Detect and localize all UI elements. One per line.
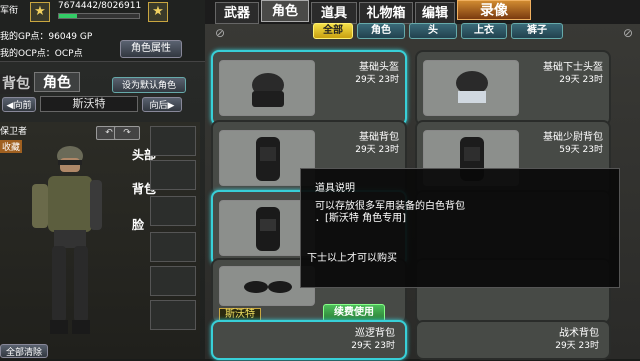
ocp-points: 我的OCP点：OCP点 <box>0 49 83 59</box>
slot-empty-3[interactable] <box>150 300 196 330</box>
character-view: 保卫者 收藏 ↶ ↷ 头部 背包 脸 全部清除 <box>0 122 200 359</box>
prev-char-button[interactable]: ◀向前 <box>2 97 36 112</box>
filter-pants[interactable]: 裤子 <box>511 23 563 39</box>
tooltip-title: 道具说明 <box>315 183 355 194</box>
slot-empty-1[interactable] <box>150 232 196 262</box>
item-time: 29天 23时 <box>355 75 399 85</box>
helmet-icon <box>219 60 315 116</box>
item-card[interactable]: 巡逻背包 29天 23时 <box>211 320 407 360</box>
item-name: 基础背包 <box>359 132 399 143</box>
tab-replay[interactable]: 录像 <box>457 0 531 20</box>
item-card[interactable]: 基础下士头盔 29天 23时 <box>415 50 611 126</box>
tag-collect: 收藏 <box>0 140 23 153</box>
role-attr-button[interactable]: 角色属性 <box>120 40 182 58</box>
item-name: 基础少尉背包 <box>543 132 603 143</box>
clear-all-button[interactable]: 全部清除 <box>0 344 48 358</box>
tab-items[interactable]: 道具 <box>311 2 357 24</box>
soldier-figure <box>32 146 102 334</box>
tab-bag[interactable]: 背包 <box>0 74 32 94</box>
player-stats: 军衔 ★ 7674442/8026911 ★ 我的GP点：96049 GP 我的… <box>0 0 205 62</box>
item-name: 基础下士头盔 <box>543 62 603 73</box>
item-time: 29天 23时 <box>555 341 599 351</box>
tab-role-top[interactable]: 角色 <box>261 0 309 22</box>
gp-points: 我的GP点：96049 GP <box>0 32 93 42</box>
tab-edit[interactable]: 编辑 <box>415 2 455 24</box>
item-tooltip: 道具说明 可以存放很多军用装备的白色背包 ．[斯沃特 角色专用] 下士以上才可以… <box>300 168 620 288</box>
item-card[interactable]: 战术背包 29天 23时 <box>415 320 611 360</box>
prev-label: 向前 <box>13 101 32 111</box>
tab-role[interactable]: 角色 <box>34 72 80 92</box>
exp-bar <box>58 13 140 19</box>
char-name: 斯沃特 <box>72 97 106 110</box>
tooltip-requirement: 下士以上才可以购买 <box>307 253 397 264</box>
item-time: 29天 23时 <box>355 145 399 155</box>
item-card[interactable]: 基础头盔 29天 23时 <box>211 50 407 126</box>
slot-back[interactable] <box>150 160 196 190</box>
filter-head[interactable]: 头 <box>409 23 457 39</box>
item-name: 基础头盔 <box>359 62 399 73</box>
rank-name: 军衔 <box>0 6 19 16</box>
filter-role[interactable]: 角色 <box>357 23 405 39</box>
tab-gift-box[interactable]: 礼物箱 <box>359 2 413 24</box>
item-name: 巡逻背包 <box>355 328 395 339</box>
exp-value: 7674442/8026911 <box>58 1 142 11</box>
left-panel: 军衔 ★ 7674442/8026911 ★ 我的GP点：96049 GP 我的… <box>0 0 205 359</box>
tooltip-role-only: ．[斯沃特 角色专用] <box>315 213 406 224</box>
char-select[interactable]: 斯沃特 <box>40 96 138 112</box>
slot-face-label: 脸 <box>132 218 145 232</box>
next-label: 向后 <box>149 101 168 111</box>
slot-empty-2[interactable] <box>150 266 196 296</box>
set-default-role-button[interactable]: 设为默认角色 <box>112 77 186 93</box>
tab-weapon[interactable]: 武器 <box>215 2 259 24</box>
filter-all[interactable]: 全部 <box>313 23 353 39</box>
slot-head[interactable] <box>150 126 196 156</box>
screw-icon: ⊘ <box>215 26 226 40</box>
rank-star-icon: ★ <box>30 2 50 22</box>
item-time: 29天 23时 <box>351 341 395 351</box>
item-time: 59天 23时 <box>559 145 603 155</box>
item-time: 29天 23时 <box>559 75 603 85</box>
filter-top[interactable]: 上衣 <box>461 23 507 39</box>
helmet-visor-icon <box>423 60 519 116</box>
next-char-button[interactable]: 向后▶ <box>142 97 182 112</box>
screw-icon-right: ⊘ <box>623 26 634 40</box>
next-rank-star-icon: ★ <box>148 2 168 22</box>
item-name: 战术背包 <box>559 328 599 339</box>
slot-face[interactable] <box>150 196 196 226</box>
exp-bar-fill <box>59 14 77 18</box>
